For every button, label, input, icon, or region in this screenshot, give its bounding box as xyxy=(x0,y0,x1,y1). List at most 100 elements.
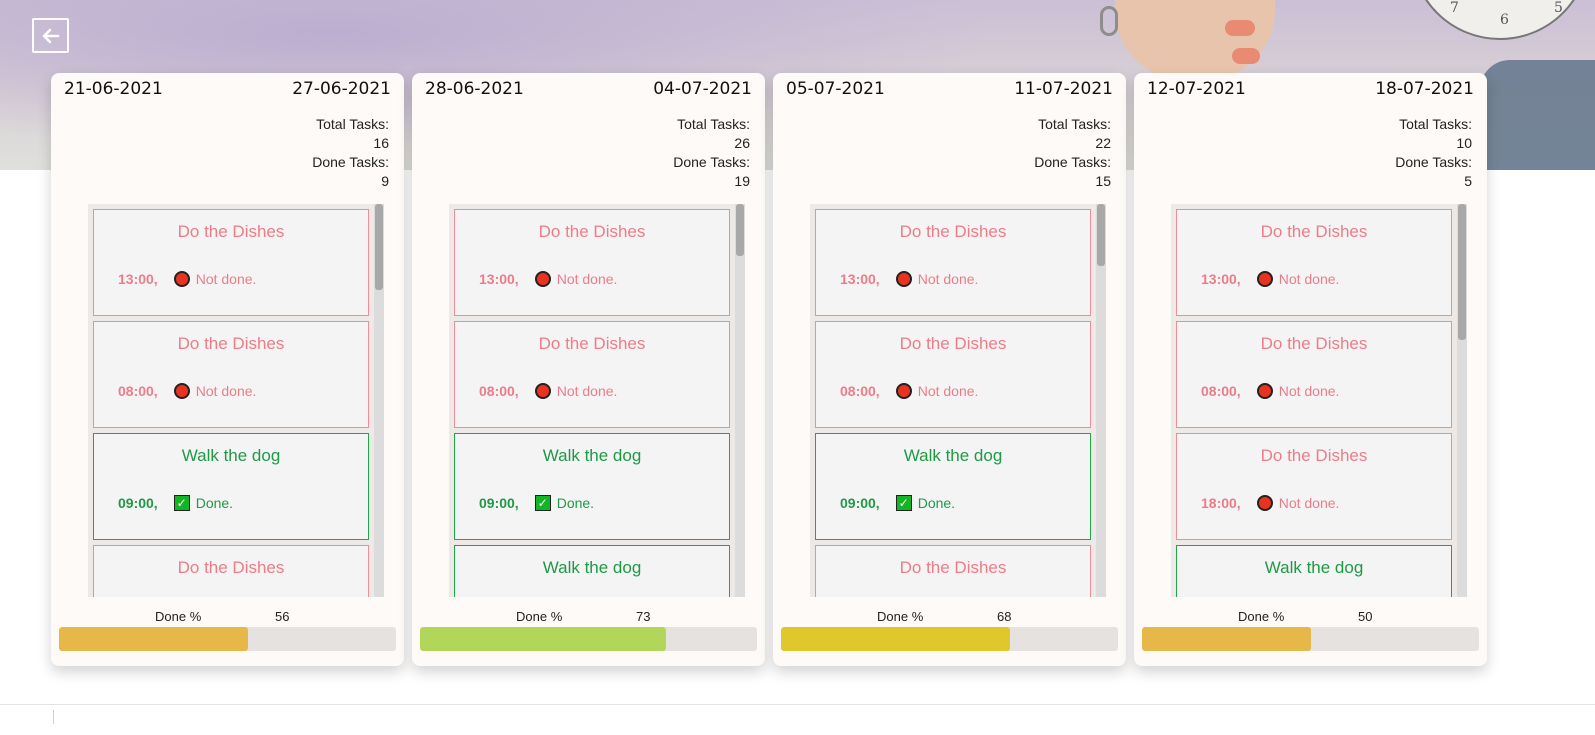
task-list[interactable]: Do the Dishes 13:00, Not done. Do the Di… xyxy=(1171,204,1467,597)
scrollbar[interactable] xyxy=(1457,204,1467,597)
task-stats: Total Tasks: 22 Done Tasks: 15 xyxy=(1034,115,1111,191)
task-title: Do the Dishes xyxy=(538,334,646,353)
task-list[interactable]: Do the Dishes 13:00, Not done. Do the Di… xyxy=(810,204,1106,597)
task-title: Do the Dishes xyxy=(1260,222,1368,241)
task-time: 08:00, xyxy=(118,383,158,399)
week-card: 05-07-2021 11-07-2021 Total Tasks: 22 Do… xyxy=(773,73,1126,666)
total-tasks-label: Total Tasks: xyxy=(677,116,750,132)
task-status: Not done. xyxy=(1278,495,1340,511)
task-status: Not done. xyxy=(1278,271,1340,287)
total-tasks-label: Total Tasks: xyxy=(1399,116,1472,132)
task-status: Done. xyxy=(917,495,956,511)
task-title: Do the Dishes xyxy=(1260,334,1368,353)
task-status: Done. xyxy=(195,495,234,511)
task-meta: 08:00, Not done. xyxy=(840,383,978,399)
total-tasks-label: Total Tasks: xyxy=(1038,116,1111,132)
task-title: Walk the dog xyxy=(903,446,1003,465)
stop-sign-icon xyxy=(1256,495,1273,511)
hand-image xyxy=(1115,0,1275,80)
footer-divider xyxy=(53,710,54,724)
week-cards: 21-06-2021 27-06-2021 Total Tasks: 16 Do… xyxy=(51,73,1487,666)
done-percent-value: 56 xyxy=(275,609,290,624)
task-meta: 13:00, Not done. xyxy=(479,271,617,287)
task-item[interactable]: Walk the dog 09:00, ✓ Done. xyxy=(454,433,730,540)
task-title: Walk the dog xyxy=(542,558,642,577)
task-item[interactable]: Do the Dishes 13:00, Not done. xyxy=(454,209,730,316)
week-start-date: 12-07-2021 xyxy=(1147,79,1246,99)
stop-sign-icon xyxy=(534,271,551,287)
scrollbar-thumb[interactable] xyxy=(736,204,744,256)
task-title: Do the Dishes xyxy=(177,558,285,577)
task-item[interactable]: Do the Dishes xyxy=(93,545,369,597)
task-item[interactable]: Walk the dog xyxy=(454,545,730,597)
done-tasks-value: 19 xyxy=(734,173,750,189)
task-item[interactable]: Do the Dishes 08:00, Not done. xyxy=(454,321,730,428)
total-tasks-value: 22 xyxy=(1095,135,1111,151)
week-end-date: 27-06-2021 xyxy=(292,79,391,99)
task-item[interactable]: Do the Dishes 13:00, Not done. xyxy=(93,209,369,316)
stop-sign-icon xyxy=(895,271,912,287)
task-item[interactable]: Do the Dishes 13:00, Not done. xyxy=(1176,209,1452,316)
scrollbar[interactable] xyxy=(1096,204,1106,597)
week-end-date: 18-07-2021 xyxy=(1375,79,1474,99)
progress-bar-fill xyxy=(59,627,248,651)
scrollbar-thumb[interactable] xyxy=(1097,204,1105,266)
task-stats: Total Tasks: 10 Done Tasks: 5 xyxy=(1395,115,1472,191)
task-list[interactable]: Do the Dishes 13:00, Not done. Do the Di… xyxy=(449,204,745,597)
scrollbar-thumb[interactable] xyxy=(375,204,383,290)
total-tasks-value: 16 xyxy=(373,135,389,151)
task-item[interactable]: Walk the dog xyxy=(1176,545,1452,597)
scrollbar[interactable] xyxy=(735,204,745,597)
task-item[interactable]: Walk the dog 09:00, ✓ Done. xyxy=(815,433,1091,540)
task-meta: 18:00, Not done. xyxy=(1201,495,1339,511)
task-title: Do the Dishes xyxy=(899,222,1007,241)
task-item[interactable]: Do the Dishes 13:00, Not done. xyxy=(815,209,1091,316)
task-status: Not done. xyxy=(917,271,979,287)
back-button[interactable] xyxy=(32,18,69,53)
task-meta: 13:00, Not done. xyxy=(840,271,978,287)
wall-clock-image: 7 6 5 xyxy=(1410,0,1590,40)
task-title: Walk the dog xyxy=(542,446,642,465)
total-tasks-value: 26 xyxy=(734,135,750,151)
task-title: Do the Dishes xyxy=(538,222,646,241)
done-tasks-value: 5 xyxy=(1464,173,1472,189)
scrollbar[interactable] xyxy=(374,204,384,597)
task-item[interactable]: Do the Dishes xyxy=(815,545,1091,597)
week-range: 28-06-2021 04-07-2021 xyxy=(425,79,752,99)
task-item[interactable]: Do the Dishes 08:00, Not done. xyxy=(815,321,1091,428)
done-percent-label: Done % xyxy=(155,609,202,624)
progress-bar xyxy=(1142,627,1479,651)
task-status: Done. xyxy=(556,495,595,511)
task-item[interactable]: Walk the dog 09:00, ✓ Done. xyxy=(93,433,369,540)
week-range: 21-06-2021 27-06-2021 xyxy=(64,79,391,99)
total-tasks-value: 10 xyxy=(1456,135,1472,151)
task-title: Walk the dog xyxy=(181,446,281,465)
footer-divider xyxy=(0,704,1595,705)
clock-numeral: 7 xyxy=(1450,0,1459,16)
task-item[interactable]: Do the Dishes 08:00, Not done. xyxy=(1176,321,1452,428)
done-tasks-label: Done Tasks: xyxy=(1395,154,1472,170)
task-title: Do the Dishes xyxy=(177,222,285,241)
task-time: 13:00, xyxy=(479,271,519,287)
done-percent-value: 73 xyxy=(636,609,651,624)
stop-sign-icon xyxy=(895,383,912,399)
task-time: 09:00, xyxy=(840,495,880,511)
arrow-left-icon xyxy=(42,28,59,43)
task-title: Do the Dishes xyxy=(177,334,285,353)
task-status: Not done. xyxy=(556,383,618,399)
week-start-date: 05-07-2021 xyxy=(786,79,885,99)
scrollbar-thumb[interactable] xyxy=(1458,204,1466,340)
progress-bar-fill xyxy=(781,627,1011,651)
task-item[interactable]: Do the Dishes 18:00, Not done. xyxy=(1176,433,1452,540)
task-status: Not done. xyxy=(556,271,618,287)
stop-sign-icon xyxy=(1256,383,1273,399)
task-meta: 09:00, ✓ Done. xyxy=(479,495,594,511)
stop-sign-icon xyxy=(534,383,551,399)
task-list[interactable]: Do the Dishes 13:00, Not done. Do the Di… xyxy=(88,204,384,597)
task-title: Do the Dishes xyxy=(1260,446,1368,465)
task-item[interactable]: Do the Dishes 08:00, Not done. xyxy=(93,321,369,428)
task-time: 13:00, xyxy=(118,271,158,287)
clock-numeral: 6 xyxy=(1500,12,1509,28)
week-card: 21-06-2021 27-06-2021 Total Tasks: 16 Do… xyxy=(51,73,404,666)
task-time: 18:00, xyxy=(1201,495,1241,511)
